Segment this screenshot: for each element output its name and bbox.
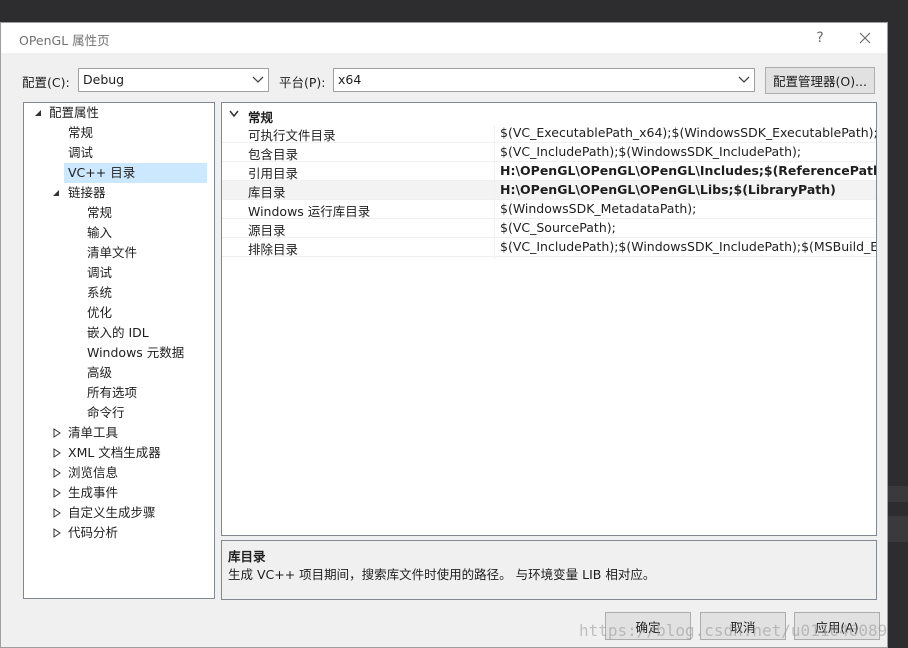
tree-item-label: 浏览信息 — [68, 465, 119, 480]
tree-item-label: 常规 — [68, 125, 94, 140]
tree-item-code-analysis[interactable]: 代码分析 — [48, 523, 208, 543]
tree-item-linker-manifest[interactable]: 清单文件 — [87, 243, 137, 263]
config-value: Debug — [83, 72, 125, 87]
close-icon — [859, 32, 871, 44]
config-label: 配置(C): — [22, 75, 70, 90]
collapsed-triangle-icon — [53, 488, 61, 498]
platform-value: x64 — [338, 72, 362, 87]
tree-item-label: 生成事件 — [68, 485, 119, 500]
grid-category[interactable]: 常规 — [222, 105, 876, 125]
property-pages-dialog: OPenGL 属性页 ? 配置(C): Debug 平台(P): x64 配置管… — [0, 22, 888, 648]
property-value: $(VC_SourcePath); — [500, 220, 616, 235]
tree-item-label: Windows 元数据 — [87, 345, 185, 360]
tree-item-label: 代码分析 — [68, 525, 119, 540]
property-row[interactable]: 引用目录 H:\OPenGL\OPenGL\OPenGL\Includes;$(… — [222, 162, 876, 181]
tree-item-label: 高级 — [87, 365, 113, 380]
property-row[interactable]: 源目录 $(VC_SourcePath); — [222, 219, 876, 238]
tree-item-label: 系统 — [87, 285, 113, 300]
tree-item-browse-information[interactable]: 浏览信息 — [48, 463, 208, 483]
tree-item-label: 命令行 — [87, 405, 125, 420]
property-name: 源目录 — [248, 223, 286, 238]
tree-item-build-events[interactable]: 生成事件 — [48, 483, 208, 503]
configuration-manager-button[interactable]: 配置管理器(O)... — [765, 67, 875, 94]
property-value: $(VC_IncludePath);$(WindowsSDK_IncludePa… — [500, 239, 876, 254]
property-name: 排除目录 — [248, 242, 299, 257]
platform-label: 平台(P): — [279, 75, 326, 90]
tree-item-linker-advanced[interactable]: 高级 — [87, 363, 112, 383]
tree-item-label: 链接器 — [68, 185, 106, 200]
tree-item-label: 优化 — [87, 305, 113, 320]
property-value: H:\OPenGL\OPenGL\OPenGL\Libs;$(LibraryPa… — [500, 182, 836, 197]
tree-item-linker-optimization[interactable]: 优化 — [87, 303, 112, 323]
tree-item-linker-system[interactable]: 系统 — [87, 283, 112, 303]
tree-item-label: 清单工具 — [68, 425, 119, 440]
property-row[interactable]: 包含目录 $(VC_IncludePath);$(WindowsSDK_Incl… — [222, 143, 876, 162]
column-divider[interactable] — [494, 125, 495, 259]
property-row[interactable]: 可执行文件目录 $(VC_ExecutablePath_x64);$(Windo… — [222, 124, 876, 143]
tree-item-label: 调试 — [68, 145, 94, 160]
ok-button[interactable]: 确定 — [605, 612, 691, 640]
tree-item-xml-doc-generator[interactable]: XML 文档生成器 — [48, 443, 208, 463]
tree-item-linker-general[interactable]: 常规 — [87, 203, 112, 223]
platform-select[interactable]: x64 — [333, 68, 755, 92]
tree-item-label: 清单文件 — [87, 245, 138, 260]
chevron-down-icon — [229, 110, 239, 118]
tree-item-label: 嵌入的 IDL — [87, 325, 149, 340]
description-panel: 库目录 生成 VC++ 项目期间，搜索库文件时使用的路径。 与环境变量 LIB … — [221, 540, 877, 600]
close-button[interactable] — [852, 26, 878, 50]
tree-item-linker-embedded-idl[interactable]: 嵌入的 IDL — [87, 323, 149, 343]
property-grid: 常规 可执行文件目录 $(VC_ExecutablePath_x64);$(Wi… — [221, 102, 877, 536]
collapsed-triangle-icon — [53, 428, 61, 438]
chevron-down-icon — [738, 76, 750, 83]
tree-item-linker-input[interactable]: 输入 — [87, 223, 112, 243]
apply-button[interactable]: 应用(A) — [794, 612, 880, 640]
description-title: 库目录 — [228, 549, 266, 564]
tree-item-label: 调试 — [87, 265, 113, 280]
property-value: $(VC_IncludePath);$(WindowsSDK_IncludePa… — [500, 144, 802, 159]
property-value: H:\OPenGL\OPenGL\OPenGL\Includes;$(Refer… — [500, 163, 877, 178]
collapsed-triangle-icon — [53, 528, 61, 538]
property-row-selected[interactable]: 库目录 H:\OPenGL\OPenGL\OPenGL\Libs;$(Libra… — [222, 181, 876, 200]
help-button[interactable]: ? — [807, 26, 833, 50]
config-select[interactable]: Debug — [78, 68, 269, 92]
chevron-down-icon — [252, 76, 264, 83]
tree-item-custom-build-step[interactable]: 自定义生成步骤 — [48, 503, 208, 523]
tree-item-general[interactable]: 常规 — [68, 123, 93, 143]
property-name: Windows 运行库目录 — [248, 204, 371, 219]
tree-item-vc-directories[interactable]: VC++ 目录 — [64, 163, 207, 183]
tree-item-linker-debugging[interactable]: 调试 — [87, 263, 112, 283]
property-name: 可执行文件目录 — [248, 128, 336, 143]
expanded-triangle-icon — [53, 190, 59, 196]
tree-item-label: 配置属性 — [49, 105, 100, 120]
expanded-triangle-icon — [35, 110, 41, 116]
property-tree: 配置属性 常规 调试 VC++ 目录 链接器 常规 输入 清单文件 调试 系统 … — [23, 102, 215, 599]
tree-item-linker-windows-metadata[interactable]: Windows 元数据 — [87, 343, 184, 363]
tree-item-debugging[interactable]: 调试 — [68, 143, 93, 163]
property-row[interactable]: Windows 运行库目录 $(WindowsSDK_MetadataPath)… — [222, 200, 876, 219]
collapsed-triangle-icon — [53, 468, 61, 478]
tree-item-linker[interactable]: 链接器 — [48, 183, 208, 203]
collapsed-triangle-icon — [53, 448, 61, 458]
property-name: 包含目录 — [248, 147, 299, 162]
tree-item-linker-command-line[interactable]: 命令行 — [87, 403, 125, 423]
title-bar: OPenGL 属性页 ? — [1, 23, 887, 53]
cancel-button[interactable]: 取消 — [700, 612, 786, 640]
property-name: 库目录 — [248, 185, 286, 200]
dialog-title: OPenGL 属性页 — [19, 33, 110, 48]
tree-item-linker-all-options[interactable]: 所有选项 — [87, 383, 137, 403]
description-text: 生成 VC++ 项目期间，搜索库文件时使用的路径。 与环境变量 LIB 相对应。 — [228, 567, 656, 582]
tree-item-label: 自定义生成步骤 — [68, 505, 156, 520]
property-value: $(VC_ExecutablePath_x64);$(WindowsSDK_Ex… — [500, 125, 876, 140]
property-value: $(WindowsSDK_MetadataPath); — [500, 201, 697, 216]
property-name: 引用目录 — [248, 166, 299, 181]
tree-item-label: XML 文档生成器 — [68, 445, 161, 460]
tree-item-manifest-tool[interactable]: 清单工具 — [48, 423, 208, 443]
tree-item-label: 所有选项 — [87, 385, 138, 400]
property-row[interactable]: 排除目录 $(VC_IncludePath);$(WindowsSDK_Incl… — [222, 238, 876, 257]
tree-item-config-properties[interactable]: 配置属性 — [30, 103, 210, 123]
tree-item-label: 输入 — [87, 225, 113, 240]
tree-item-label: VC++ 目录 — [68, 165, 136, 180]
tree-item-label: 常规 — [87, 205, 113, 220]
collapsed-triangle-icon — [53, 508, 61, 518]
